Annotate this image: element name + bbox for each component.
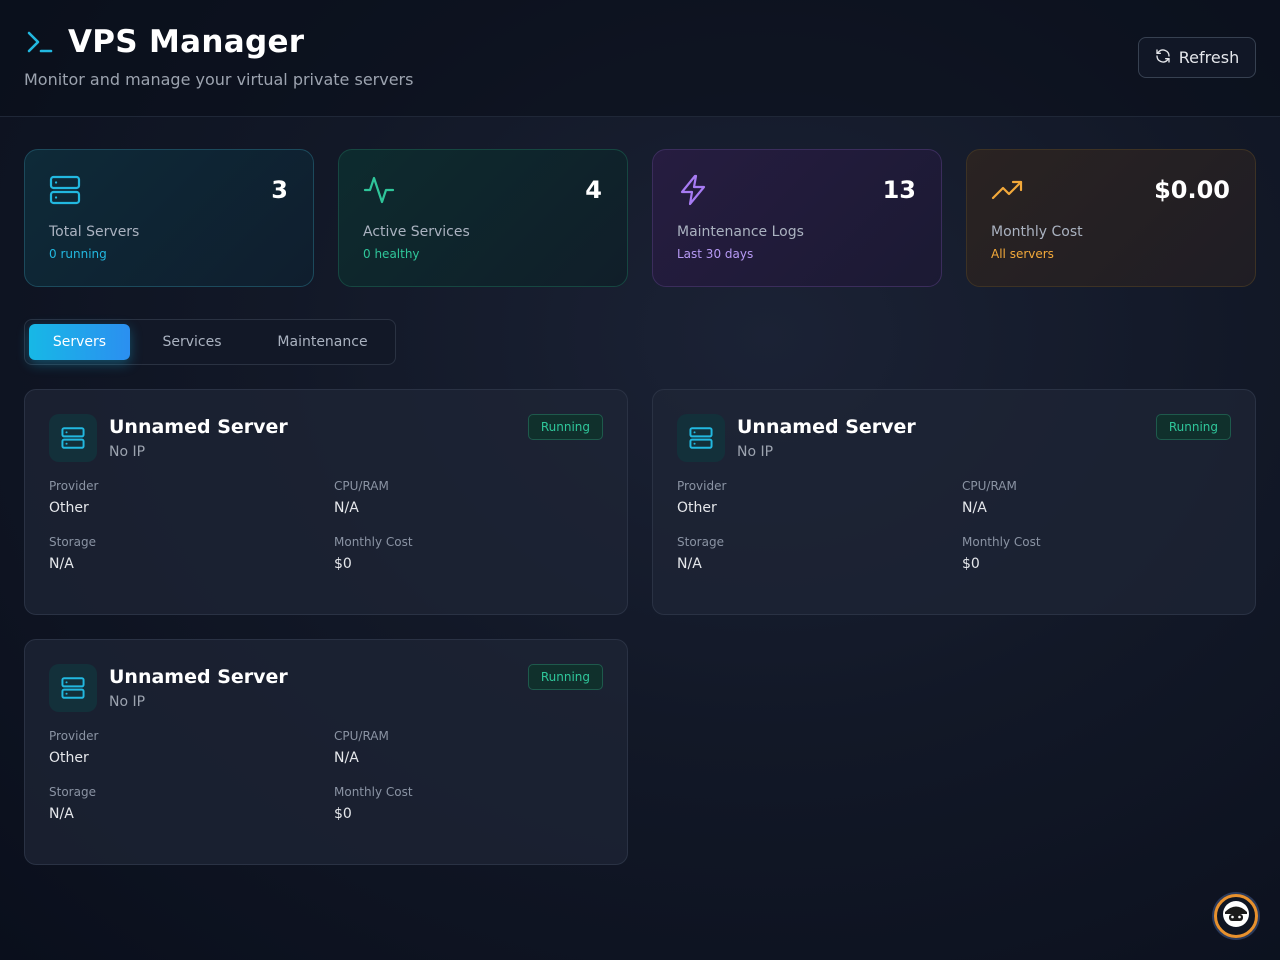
stat-label: Total Servers <box>49 224 140 240</box>
storage-label: Storage <box>49 785 96 799</box>
cost-label: Monthly Cost <box>334 785 413 799</box>
refresh-button[interactable]: Refresh <box>1138 37 1256 78</box>
provider-value: Other <box>677 500 717 516</box>
status-badge: Running <box>527 414 603 440</box>
server-card[interactable]: Unnamed Server No IP Running Provider Ot… <box>24 389 628 615</box>
app-header: VPS Manager Monitor and manage your virt… <box>0 0 1280 117</box>
assistant-avatar-button[interactable] <box>1214 894 1258 938</box>
provider-value: Other <box>49 500 89 516</box>
server-icon <box>49 664 97 712</box>
stat-sub: All servers <box>991 247 1054 261</box>
stat-value: 4 <box>585 176 602 204</box>
server-name: Unnamed Server <box>737 416 916 438</box>
stat-card-active-services: 4 Active Services 0 healthy <box>338 149 628 287</box>
server-name: Unnamed Server <box>109 666 288 688</box>
cost-value: $0 <box>962 556 980 572</box>
cpuram-label: CPU/RAM <box>962 479 1017 493</box>
cost-value: $0 <box>334 556 352 572</box>
cpuram-value: N/A <box>334 750 359 766</box>
trending-up-icon <box>991 174 1023 206</box>
cost-value: $0 <box>334 806 352 822</box>
storage-label: Storage <box>49 535 96 549</box>
stat-label: Maintenance Logs <box>677 224 804 240</box>
server-ip: No IP <box>737 444 774 460</box>
page-subtitle: Monitor and manage your virtual private … <box>24 70 414 89</box>
activity-icon <box>363 174 395 206</box>
tab-services[interactable]: Services <box>138 324 246 360</box>
cpuram-label: CPU/RAM <box>334 729 389 743</box>
stat-value: $0.00 <box>1154 176 1230 204</box>
stat-sub: 0 running <box>49 247 107 261</box>
server-icon <box>677 414 725 462</box>
cost-label: Monthly Cost <box>962 535 1041 549</box>
server-ip: No IP <box>109 694 146 710</box>
terminal-icon <box>24 27 54 57</box>
stat-label: Active Services <box>363 224 470 240</box>
lightning-icon <box>677 174 709 206</box>
tab-bar: Servers Services Maintenance <box>24 319 396 365</box>
stat-value: 13 <box>882 176 916 204</box>
cost-label: Monthly Cost <box>334 535 413 549</box>
provider-value: Other <box>49 750 89 766</box>
provider-label: Provider <box>49 729 99 743</box>
tab-servers[interactable]: Servers <box>29 324 130 360</box>
provider-label: Provider <box>49 479 99 493</box>
status-badge: Running <box>1155 414 1231 440</box>
refresh-icon <box>1155 48 1179 68</box>
cpuram-value: N/A <box>962 500 987 516</box>
stat-sub: 0 healthy <box>363 247 420 261</box>
page-title: VPS Manager <box>68 24 305 60</box>
server-card[interactable]: Unnamed Server No IP Running Provider Ot… <box>24 639 628 865</box>
tab-maintenance[interactable]: Maintenance <box>254 324 391 360</box>
stat-card-monthly-cost: $0.00 Monthly Cost All servers <box>966 149 1256 287</box>
storage-label: Storage <box>677 535 724 549</box>
stat-value: 3 <box>271 176 288 204</box>
robot-face-icon <box>1221 899 1251 933</box>
stat-card-maintenance-logs: 13 Maintenance Logs Last 30 days <box>652 149 942 287</box>
server-card[interactable]: Unnamed Server No IP Running Provider Ot… <box>652 389 1256 615</box>
storage-value: N/A <box>49 806 74 822</box>
storage-value: N/A <box>677 556 702 572</box>
server-icon <box>49 414 97 462</box>
storage-value: N/A <box>49 556 74 572</box>
status-badge: Running <box>527 664 603 690</box>
refresh-label: Refresh <box>1178 48 1240 67</box>
title-row: VPS Manager <box>24 24 304 60</box>
provider-label: Provider <box>677 479 727 493</box>
cpuram-value: N/A <box>334 500 359 516</box>
server-ip: No IP <box>109 444 146 460</box>
stat-sub: Last 30 days <box>677 247 754 261</box>
stat-label: Monthly Cost <box>991 224 1083 240</box>
server-name: Unnamed Server <box>109 416 288 438</box>
cpuram-label: CPU/RAM <box>334 479 389 493</box>
server-icon <box>49 174 81 206</box>
stat-card-total-servers: 3 Total Servers 0 running <box>24 149 314 287</box>
